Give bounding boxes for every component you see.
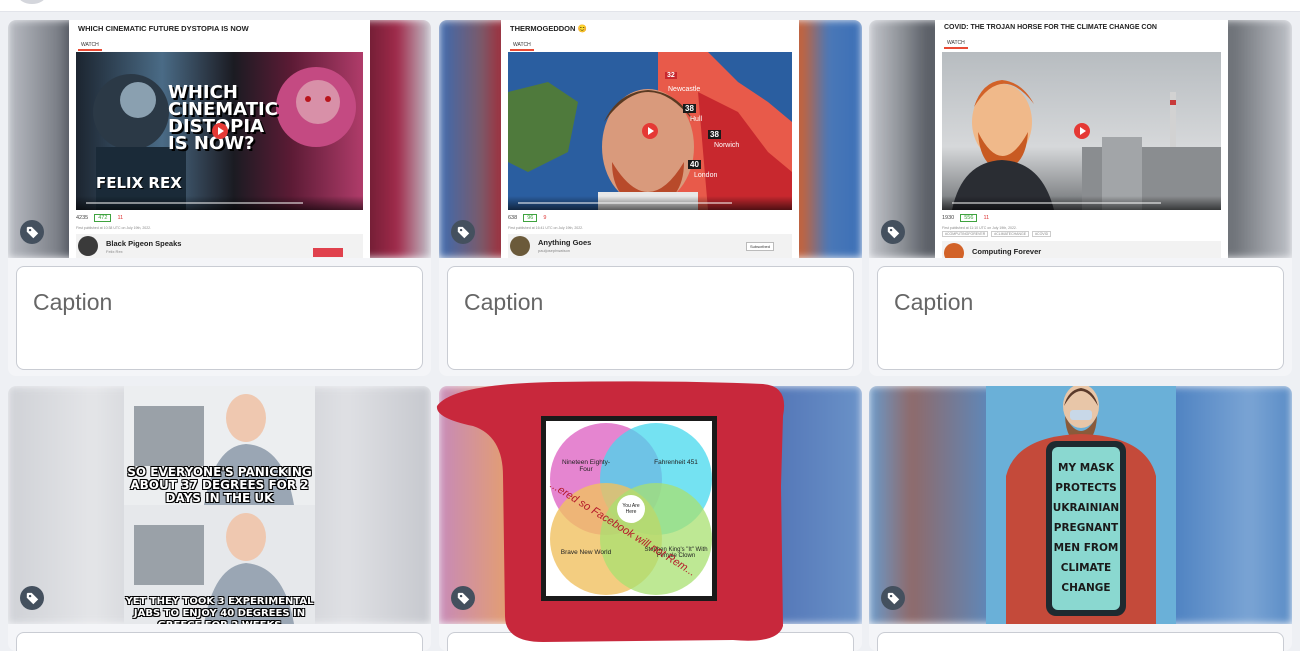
like-count: 472 bbox=[94, 214, 112, 222]
watch-tab: WATCH bbox=[510, 41, 534, 51]
post-card[interactable]: COVID: THE TROJAN HORSE FOR THE CLIMATE … bbox=[869, 20, 1292, 376]
watch-tab: WATCH bbox=[78, 41, 102, 51]
avatar[interactable] bbox=[18, 0, 46, 4]
video-player: 32 Newcastle 38 Hull 38 Norwich 40 Londo… bbox=[508, 52, 792, 210]
like-count: 96 bbox=[523, 214, 538, 222]
like-count: 556 bbox=[960, 214, 978, 222]
channel-row: Anything Goes pauljosephwatson Subscribe… bbox=[508, 234, 792, 258]
play-icon bbox=[642, 123, 658, 139]
caption-input[interactable]: Caption bbox=[16, 266, 423, 370]
channel-name: Black Pigeon Speaks bbox=[106, 239, 182, 248]
views-count: 638 bbox=[508, 215, 518, 221]
venn-label-a: Nineteen Eighty-Four bbox=[561, 459, 611, 473]
video-player bbox=[942, 52, 1221, 210]
brand-text: FELIX REX bbox=[96, 174, 182, 192]
caption-input[interactable]: Caption bbox=[447, 266, 854, 370]
map-city: Newcastle bbox=[668, 86, 701, 93]
dislike-count: 11 bbox=[117, 215, 124, 221]
video-title: WHICH CINEMATIC FUTURE DYSTOPIA IS NOW bbox=[78, 24, 249, 33]
tag-button[interactable] bbox=[881, 220, 905, 244]
views-count: 1930 bbox=[942, 215, 955, 221]
play-icon bbox=[1073, 123, 1090, 139]
video-title: COVID: THE TROJAN HORSE FOR THE CLIMATE … bbox=[944, 24, 1157, 31]
video-stats: 1930 556 11 bbox=[942, 213, 1221, 223]
tag-icon bbox=[26, 592, 38, 604]
map-temp: 38 bbox=[708, 130, 721, 139]
dislike-count: 9 bbox=[543, 215, 547, 221]
tag-icon bbox=[457, 226, 469, 238]
tag-icon bbox=[887, 592, 899, 604]
channel-subtitle: pauljosephwatson bbox=[538, 248, 571, 253]
venn-diagram: Nineteen Eighty-Four Fahrenheit 451 Brav… bbox=[546, 421, 712, 596]
channel-subtitle: Felix Rex bbox=[106, 249, 123, 254]
video-controls bbox=[508, 196, 792, 210]
post-card[interactable]: WHICH CINEMATIC FUTURE DYSTOPIA IS NOW W… bbox=[8, 20, 431, 376]
venn-label-c: Brave New World bbox=[560, 549, 612, 556]
red-annotation: Nineteen Eighty-Four Fahrenheit 451 Brav… bbox=[433, 376, 797, 651]
map-temp: 32 bbox=[665, 72, 677, 79]
tag-button[interactable] bbox=[20, 586, 44, 610]
post-media[interactable]: COVID: THE TROJAN HORSE FOR THE CLIMATE … bbox=[869, 20, 1292, 258]
tag-icon bbox=[887, 226, 899, 238]
post-card[interactable]: MY MASK PROTECTS UKRAINIAN PREGNANT MEN … bbox=[869, 386, 1292, 651]
video-controls bbox=[942, 196, 1221, 210]
post-card[interactable]: THERMOGEDDON 😊 WATCH 32 Newcastle 38 Hul… bbox=[439, 20, 862, 376]
hashtag: #CLIMATECHANGE bbox=[991, 231, 1030, 237]
map-city: Hull bbox=[690, 116, 703, 123]
venn-frame: Nineteen Eighty-Four Fahrenheit 451 Brav… bbox=[541, 416, 717, 601]
caption-input[interactable] bbox=[877, 632, 1284, 651]
sign-text: MY MASK PROTECTS UKRAINIAN PREGNANT MEN … bbox=[1052, 462, 1120, 594]
illustration-image: MY MASK PROTECTS UKRAINIAN PREGNANT MEN … bbox=[986, 386, 1176, 624]
subscribed-button: Subscribed bbox=[745, 242, 774, 251]
published-date: First published at 11:10 UTC on July 19t… bbox=[942, 226, 1017, 230]
video-title: THERMOGEDDON 😊 bbox=[510, 24, 587, 33]
top-bar bbox=[0, 0, 1300, 12]
channel-row: Computing Forever bbox=[942, 241, 1221, 258]
venn-center-label: You Are Here bbox=[622, 503, 640, 515]
channel-avatar bbox=[944, 243, 964, 258]
caption-input[interactable] bbox=[16, 632, 423, 651]
channel-name: Anything Goes bbox=[538, 238, 592, 247]
tag-button[interactable] bbox=[881, 586, 905, 610]
caption-input[interactable]: Caption bbox=[877, 266, 1284, 370]
post-card[interactable]: SO EVERYONE'S PANICKING ABOUT 37 DEGREES… bbox=[8, 386, 431, 651]
video-stats: 4235 472 11 bbox=[76, 213, 363, 223]
video-screenshot: THERMOGEDDON 😊 WATCH 32 Newcastle 38 Hul… bbox=[501, 20, 799, 258]
post-media[interactable]: WHICH CINEMATIC FUTURE DYSTOPIA IS NOW W… bbox=[8, 20, 431, 258]
tag-button[interactable] bbox=[20, 220, 44, 244]
video-screenshot: COVID: THE TROJAN HORSE FOR THE CLIMATE … bbox=[935, 20, 1228, 258]
post-media[interactable]: THERMOGEDDON 😊 WATCH 32 Newcastle 38 Hul… bbox=[439, 20, 862, 258]
venn-label-b: Fahrenheit 451 bbox=[654, 459, 698, 466]
channel-avatar bbox=[510, 236, 530, 256]
hashtag: #COVID bbox=[1032, 231, 1052, 237]
hashtag: #COMPUTINGFOREVER bbox=[942, 231, 989, 237]
channel-row: Black Pigeon Speaks Felix Rex bbox=[76, 234, 363, 258]
video-player: WHICH CINEMATIC DISTOPIA IS NOW? FELIX R… bbox=[76, 52, 363, 210]
post-media[interactable]: MY MASK PROTECTS UKRAINIAN PREGNANT MEN … bbox=[869, 386, 1292, 624]
watch-tab: WATCH bbox=[944, 39, 968, 49]
tag-icon bbox=[26, 226, 38, 238]
video-screenshot: WHICH CINEMATIC FUTURE DYSTOPIA IS NOW W… bbox=[69, 20, 370, 258]
meme-top-text: SO EVERYONE'S PANICKING ABOUT 37 DEGREES… bbox=[127, 465, 312, 505]
subscribe-button bbox=[313, 248, 343, 257]
published-date: First published at 10:38 UTC on July 19t… bbox=[76, 226, 152, 230]
dislike-count: 11 bbox=[983, 215, 990, 221]
video-controls bbox=[76, 196, 363, 210]
channel-avatar bbox=[78, 236, 98, 256]
map-city: Norwich bbox=[714, 142, 740, 149]
video-stats: 638 96 9 bbox=[508, 213, 792, 223]
tag-button[interactable] bbox=[451, 220, 475, 244]
map-temp: 40 bbox=[688, 160, 701, 169]
post-media[interactable]: SO EVERYONE'S PANICKING ABOUT 37 DEGREES… bbox=[8, 386, 431, 624]
thumbnail-overlay-text: WHICH CINEMATIC DISTOPIA IS NOW? bbox=[168, 82, 278, 154]
meme-image: SO EVERYONE'S PANICKING ABOUT 37 DEGREES… bbox=[124, 386, 315, 624]
views-count: 4235 bbox=[76, 215, 89, 221]
channel-name: Computing Forever bbox=[972, 247, 1042, 256]
play-icon bbox=[211, 123, 228, 139]
map-city: London bbox=[694, 172, 718, 179]
published-date: First published at 16:41 UTC on July 19t… bbox=[508, 226, 584, 230]
hashtag-list: #COMPUTINGFOREVER #CLIMATECHANGE #COVID bbox=[942, 231, 1052, 237]
meme-bottom-text: YET THEY TOOK 3 EXPERIMENTAL JABS TO ENJ… bbox=[125, 596, 314, 624]
map-temp: 38 bbox=[683, 104, 696, 113]
